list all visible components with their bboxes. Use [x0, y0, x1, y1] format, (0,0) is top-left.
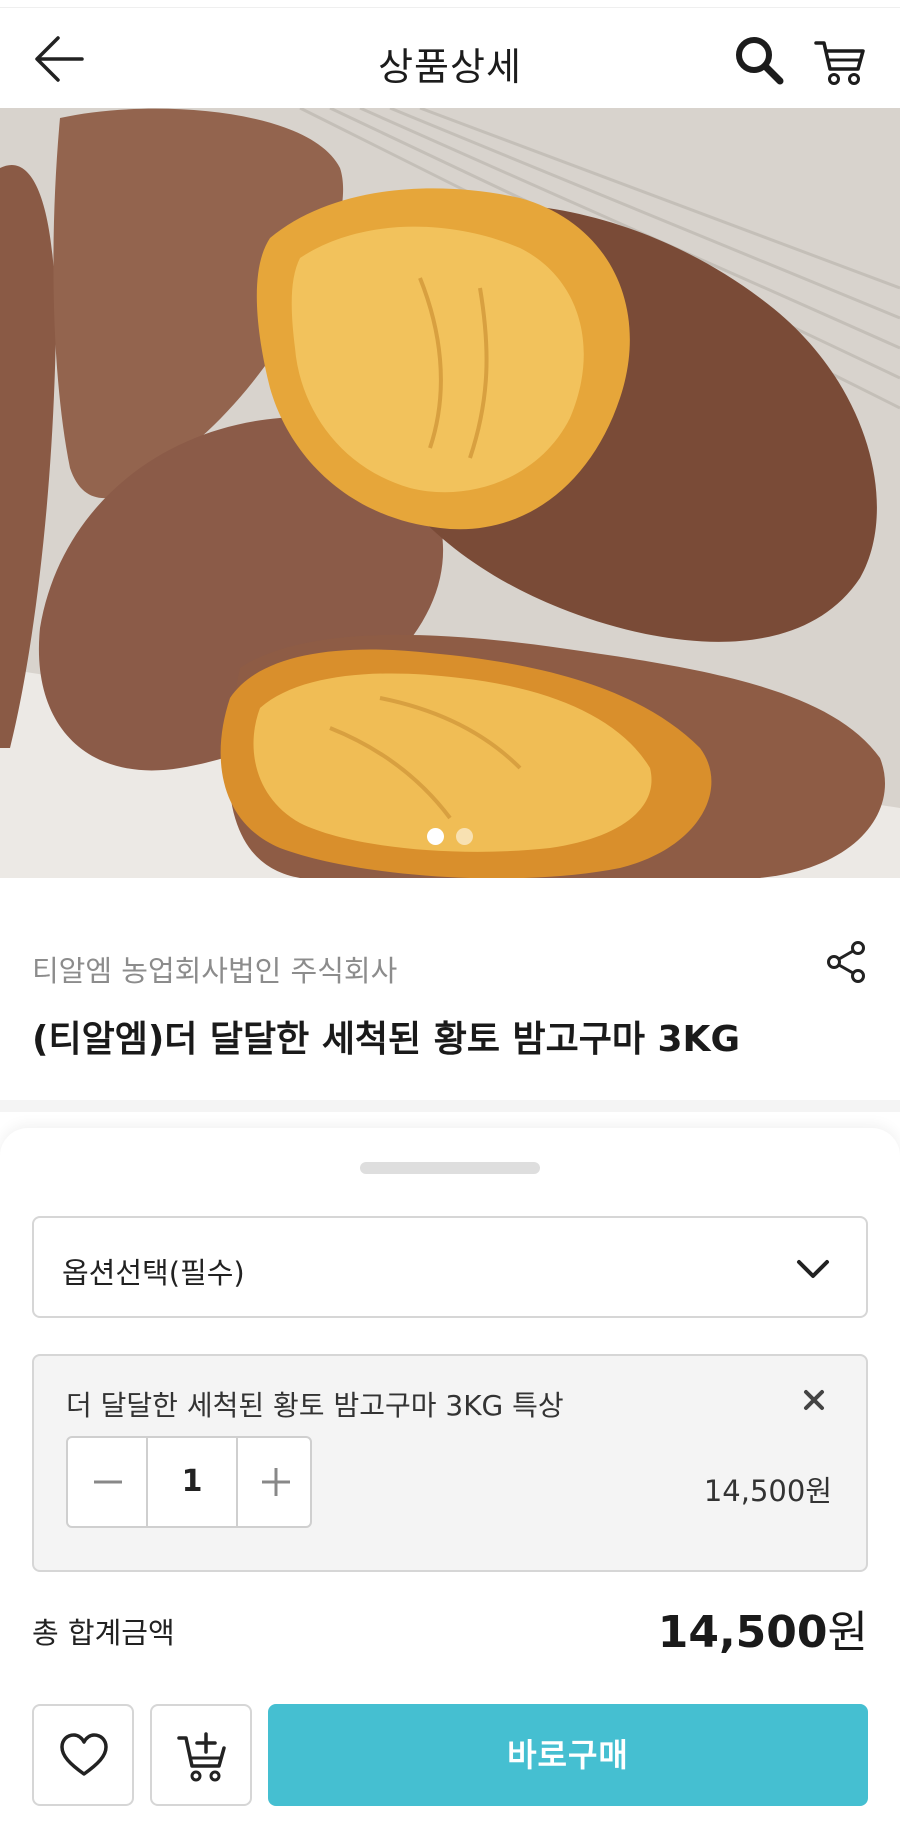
app-header: 상품상세: [0, 8, 900, 108]
chevron-down-icon: [797, 1260, 829, 1278]
product-image: [0, 108, 900, 878]
decrease-quantity-button[interactable]: [68, 1438, 148, 1526]
increase-quantity-button[interactable]: [236, 1438, 312, 1526]
plus-icon: [262, 1468, 290, 1496]
sheet-drag-handle[interactable]: [360, 1162, 540, 1174]
add-to-cart-button[interactable]: [150, 1704, 252, 1806]
close-icon[interactable]: [800, 1386, 828, 1414]
search-icon[interactable]: [732, 33, 786, 87]
option-select-label: 옵션선택(필수): [62, 1256, 245, 1290]
total-amount-value: 14,500: [657, 1607, 828, 1658]
selected-option-price: 14,500원: [703, 1474, 832, 1508]
quantity-stepper: 1: [66, 1436, 312, 1528]
wishlist-button[interactable]: [32, 1704, 134, 1806]
add-to-cart-icon: [177, 1732, 226, 1782]
total-amount-label: 총 합계금액: [32, 1616, 175, 1650]
purchase-bottom-sheet: 옵션선택(필수) 더 달달한 세척된 황토 밤고구마 3KG 특상 1 14,5…: [0, 1128, 900, 1831]
quantity-value[interactable]: 1: [148, 1438, 236, 1526]
share-icon[interactable]: [822, 938, 870, 986]
cart-icon[interactable]: [812, 33, 868, 89]
carousel-dot[interactable]: [456, 828, 473, 845]
total-amount: 14,500원: [658, 1596, 868, 1660]
product-info: 티알엠 농업회사법인 주식회사 (티알엠)더 달달한 세척된 황토 밤고구마 3…: [0, 878, 900, 1100]
section-divider: [0, 1100, 900, 1112]
product-image-carousel[interactable]: [0, 108, 900, 878]
selected-option-card: 더 달달한 세척된 황토 밤고구마 3KG 특상 1 14,500원: [32, 1354, 868, 1572]
top-divider: [0, 0, 900, 8]
buy-now-button[interactable]: 바로구매: [268, 1704, 868, 1806]
total-amount-unit: 원: [827, 1607, 868, 1658]
option-select[interactable]: 옵션선택(필수): [32, 1216, 868, 1318]
heart-icon: [60, 1733, 108, 1776]
minus-icon: [94, 1480, 122, 1484]
product-title: (티알엠)더 달달한 세척된 황토 밤고구마 3KG: [32, 1019, 740, 1060]
carousel-dot-active[interactable]: [427, 828, 444, 845]
seller-name[interactable]: 티알엠 농업회사법인 주식회사: [32, 948, 397, 990]
selected-option-name: 더 달달한 세척된 황토 밤고구마 3KG 특상: [66, 1389, 564, 1422]
carousel-indicator: [0, 828, 900, 850]
